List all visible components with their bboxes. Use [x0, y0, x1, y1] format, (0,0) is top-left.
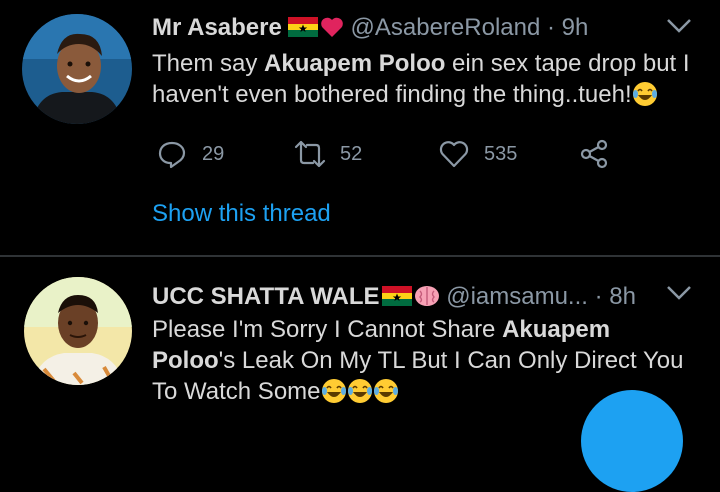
display-name[interactable]: UCC SHATTA WALE	[152, 283, 380, 310]
laughing-emoji-icon	[373, 379, 398, 403]
timestamp[interactable]: · 8h	[595, 283, 636, 310]
laughing-emoji-icon	[632, 82, 657, 106]
timestamp[interactable]: · 9h	[547, 14, 588, 41]
tweet-text: Please I'm Sorry I Cannot Share Akuapem …	[152, 314, 692, 407]
avatar[interactable]	[24, 277, 132, 385]
retweet-button[interactable]: 52	[294, 136, 362, 172]
tweet-text-post: 's Leak On My TL But I Can Only Direct Y…	[152, 347, 684, 405]
reply-button[interactable]: 29	[156, 136, 224, 172]
chevron-down-icon[interactable]	[666, 18, 692, 34]
tweet-1[interactable]: Mr Asabere @AsabereRoland · 9h Them say …	[0, 0, 720, 256]
tweet-text-bold: Akuapem Poloo	[264, 50, 446, 77]
tweet-text: Them say Akuapem Poloo ein sex tape drop…	[152, 48, 692, 110]
retweet-count: 52	[340, 142, 363, 165]
like-icon	[439, 141, 469, 168]
show-thread-link[interactable]: Show this thread	[152, 200, 331, 228]
brain-icon	[414, 286, 439, 306]
share-icon	[580, 139, 608, 169]
red-heart-icon	[321, 17, 343, 37]
laughing-emoji-icon	[347, 379, 372, 403]
compose-button[interactable]	[581, 390, 683, 492]
avatar[interactable]	[22, 14, 132, 124]
user-handle[interactable]: @AsabereRoland	[351, 14, 541, 41]
reply-count: 29	[202, 142, 225, 165]
tweet-header: Mr Asabere @AsabereRoland · 9h	[152, 14, 588, 42]
display-name[interactable]: Mr Asabere	[152, 14, 282, 41]
tweet-text-pre: Them say	[152, 50, 265, 77]
share-button[interactable]	[578, 136, 610, 172]
tweet-header: UCC SHATTA WALE @iamsamu... · 8h	[152, 283, 636, 311]
ghana-flag-icon	[381, 286, 412, 306]
retweet-icon	[294, 140, 326, 168]
chevron-down-icon[interactable]	[666, 285, 692, 301]
like-button[interactable]: 535	[438, 136, 517, 172]
tweet-actions: 29 52 535	[150, 136, 620, 172]
ghana-flag-icon	[287, 17, 318, 37]
like-count: 535	[484, 142, 518, 165]
laughing-emoji-icon	[321, 379, 346, 403]
user-handle[interactable]: @iamsamu...	[446, 283, 588, 310]
reply-icon	[158, 141, 186, 169]
tweet-text-pre: Please I'm Sorry I Cannot Share	[152, 316, 503, 343]
